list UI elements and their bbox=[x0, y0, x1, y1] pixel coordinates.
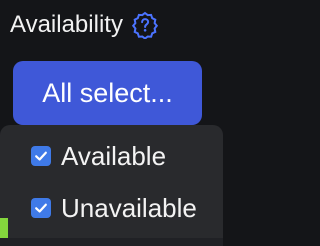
availability-option-available[interactable]: Available bbox=[31, 141, 166, 171]
availability-option-unavailable[interactable]: Unavailable bbox=[31, 193, 197, 223]
unavailable-option-label: Unavailable bbox=[61, 193, 197, 223]
check-icon bbox=[35, 151, 47, 161]
availability-select-button[interactable]: All select... bbox=[13, 61, 202, 125]
dropdown-edge-accent bbox=[0, 218, 8, 238]
availability-title: Availability bbox=[10, 11, 123, 38]
available-option-label: Available bbox=[61, 141, 167, 171]
checkbox-unavailable[interactable] bbox=[31, 198, 51, 218]
check-icon bbox=[35, 203, 47, 213]
availability-filter-header: Availability bbox=[10, 8, 159, 42]
help-icon[interactable] bbox=[131, 11, 159, 40]
dropdown-bottom-line bbox=[0, 238, 223, 246]
checkbox-available[interactable] bbox=[31, 146, 51, 166]
